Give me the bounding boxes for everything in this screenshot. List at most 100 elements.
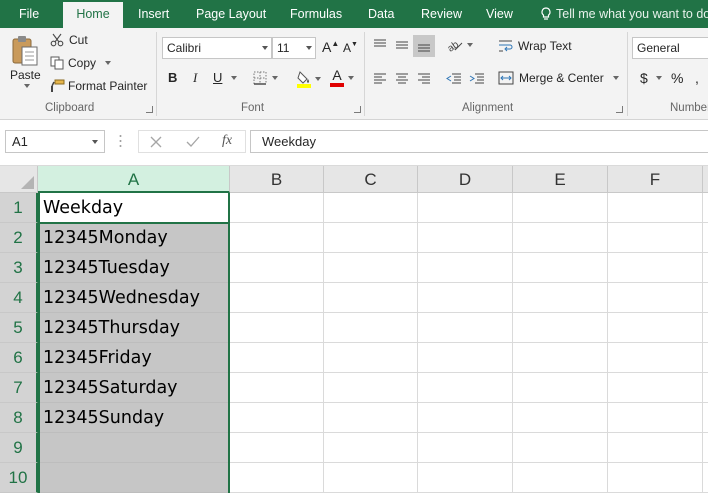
tab-file[interactable]: File <box>19 0 39 28</box>
tab-home[interactable]: Home <box>63 2 123 28</box>
copy-dropdown[interactable] <box>105 61 112 65</box>
cell-d9[interactable] <box>418 433 513 463</box>
cell-a4[interactable]: 12345Wednesday <box>38 283 230 313</box>
formula-input[interactable]: Weekday <box>250 130 708 153</box>
row-header-7[interactable]: 7 <box>0 373 38 403</box>
cell-g1[interactable] <box>703 193 708 223</box>
select-all-button[interactable] <box>0 166 38 193</box>
cell-e7[interactable] <box>513 373 608 403</box>
cut-button[interactable]: Cut <box>50 33 88 47</box>
cell-a8[interactable]: 12345Sunday <box>38 403 230 433</box>
cell-a2[interactable]: 12345Monday <box>38 223 230 253</box>
cell-e2[interactable] <box>513 223 608 253</box>
cancel-icon[interactable] <box>150 136 162 148</box>
cell-f9[interactable] <box>608 433 703 463</box>
cell-d4[interactable] <box>418 283 513 313</box>
cell-e1[interactable] <box>513 193 608 223</box>
row-header-2[interactable]: 2 <box>0 223 38 253</box>
cell-b9[interactable] <box>230 433 324 463</box>
name-box[interactable]: A1 <box>5 130 105 153</box>
tab-page-layout[interactable]: Page Layout <box>196 0 266 28</box>
cell-e5[interactable] <box>513 313 608 343</box>
cell-b2[interactable] <box>230 223 324 253</box>
cell-d1[interactable] <box>418 193 513 223</box>
cell-d3[interactable] <box>418 253 513 283</box>
tab-review[interactable]: Review <box>421 0 462 28</box>
align-top-icon[interactable] <box>370 36 390 54</box>
column-header-e[interactable]: E <box>513 166 608 193</box>
column-header-a[interactable]: A <box>38 166 230 193</box>
cell-g6[interactable] <box>703 343 708 373</box>
cell-a10[interactable] <box>38 463 230 493</box>
percent-button[interactable]: % <box>671 70 683 86</box>
cell-c6[interactable] <box>324 343 418 373</box>
cell-d6[interactable] <box>418 343 513 373</box>
comma-button[interactable]: , <box>695 70 699 86</box>
column-header-b[interactable]: B <box>230 166 324 193</box>
cell-c2[interactable] <box>324 223 418 253</box>
cell-g10[interactable] <box>703 463 708 493</box>
fill-color-button[interactable] <box>296 70 321 88</box>
borders-button[interactable] <box>253 71 278 85</box>
cell-d2[interactable] <box>418 223 513 253</box>
cell-a7[interactable]: 12345Saturday <box>38 373 230 403</box>
cell-c4[interactable] <box>324 283 418 313</box>
cell-c10[interactable] <box>324 463 418 493</box>
cell-g7[interactable] <box>703 373 708 403</box>
cell-f4[interactable] <box>608 283 703 313</box>
merge-dropdown[interactable] <box>612 76 619 80</box>
shrink-font-button[interactable]: A ▼ <box>343 41 358 55</box>
cell-b4[interactable] <box>230 283 324 313</box>
cell-g5[interactable] <box>703 313 708 343</box>
cell-e3[interactable] <box>513 253 608 283</box>
number-format-select[interactable]: General <box>632 37 708 59</box>
row-header-10[interactable]: 10 <box>0 463 38 493</box>
cell-f10[interactable] <box>608 463 703 493</box>
cell-d5[interactable] <box>418 313 513 343</box>
enter-check-icon[interactable] <box>186 136 200 148</box>
cell-f8[interactable] <box>608 403 703 433</box>
cell-f6[interactable] <box>608 343 703 373</box>
tab-view[interactable]: View <box>486 0 513 28</box>
increase-indent-icon[interactable] <box>467 70 487 88</box>
row-header-5[interactable]: 5 <box>0 313 38 343</box>
cell-b3[interactable] <box>230 253 324 283</box>
row-header-4[interactable]: 4 <box>0 283 38 313</box>
cell-g3[interactable] <box>703 253 708 283</box>
cell-c3[interactable] <box>324 253 418 283</box>
font-size-select[interactable]: 11 <box>272 37 316 59</box>
row-header-3[interactable]: 3 <box>0 253 38 283</box>
underline-dropdown[interactable] <box>227 76 237 80</box>
column-header-c[interactable]: C <box>324 166 418 193</box>
bold-button[interactable]: B <box>168 70 177 85</box>
cell-a5[interactable]: 12345Thursday <box>38 313 230 343</box>
row-header-1[interactable]: 1 <box>0 193 38 223</box>
clipboard-launcher-icon[interactable] <box>146 106 153 113</box>
grow-font-button[interactable]: A ▲ <box>322 39 339 56</box>
underline-button[interactable]: U <box>213 70 222 85</box>
merge-center-button[interactable]: Merge & Center <box>498 71 619 85</box>
cell-f3[interactable] <box>608 253 703 283</box>
align-right-icon[interactable] <box>414 70 434 88</box>
cell-e4[interactable] <box>513 283 608 313</box>
cell-a9[interactable] <box>38 433 230 463</box>
decrease-indent-icon[interactable] <box>444 70 464 88</box>
tab-insert[interactable]: Insert <box>138 0 169 28</box>
cell-d10[interactable] <box>418 463 513 493</box>
cell-f1[interactable] <box>608 193 703 223</box>
cell-f7[interactable] <box>608 373 703 403</box>
row-header-6[interactable]: 6 <box>0 343 38 373</box>
cell-g2[interactable] <box>703 223 708 253</box>
tell-me-box[interactable]: Tell me what you want to do <box>540 0 708 28</box>
cell-e8[interactable] <box>513 403 608 433</box>
cell-f2[interactable] <box>608 223 703 253</box>
tab-data[interactable]: Data <box>368 0 394 28</box>
cell-b7[interactable] <box>230 373 324 403</box>
paste-dropdown[interactable] <box>20 84 30 88</box>
row-header-8[interactable]: 8 <box>0 403 38 433</box>
cell-g4[interactable] <box>703 283 708 313</box>
cell-e6[interactable] <box>513 343 608 373</box>
cell-a6[interactable]: 12345Friday <box>38 343 230 373</box>
alignment-launcher-icon[interactable] <box>616 106 623 113</box>
cell-b10[interactable] <box>230 463 324 493</box>
